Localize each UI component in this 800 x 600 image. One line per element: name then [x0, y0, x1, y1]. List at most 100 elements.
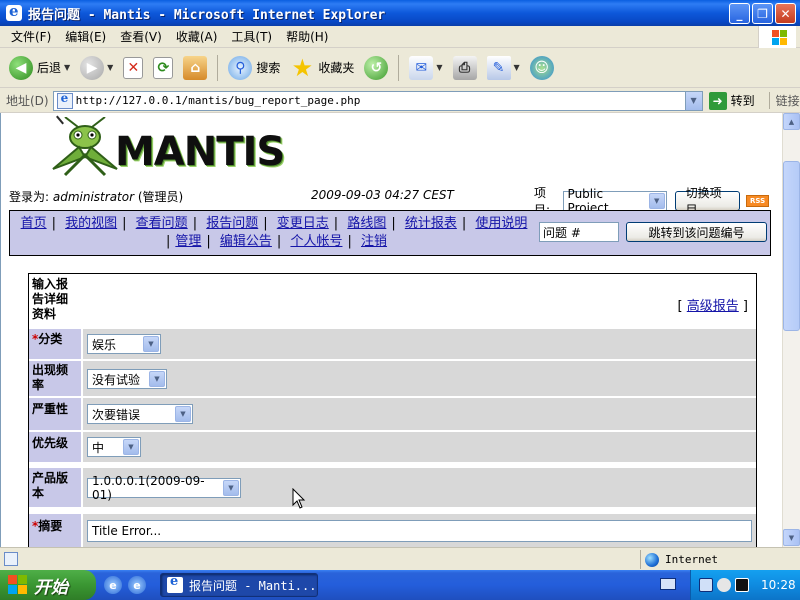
row-value-cell: 娱乐 ▼: [83, 329, 756, 359]
network-icon[interactable]: [699, 578, 713, 592]
close-button[interactable]: ✕: [775, 3, 796, 24]
app-tray-icon[interactable]: [735, 578, 749, 592]
category-label: *分类: [32, 332, 63, 346]
nav-edit-news[interactable]: 编辑公告: [220, 234, 272, 249]
issue-jump-input[interactable]: 问题 #: [539, 222, 619, 242]
mail-button[interactable]: ✉ ▼: [406, 52, 445, 84]
back-button[interactable]: ◀ 后退 ▼: [6, 52, 73, 84]
scroll-thumb[interactable]: [783, 161, 800, 331]
messenger-icon: ☺: [529, 55, 554, 80]
home-button[interactable]: ⌂: [180, 52, 210, 84]
user-role: (管理员): [137, 190, 184, 204]
security-zone: Internet: [640, 550, 718, 569]
nav-my-account[interactable]: 个人帐号: [290, 234, 342, 249]
nav-summary[interactable]: 统计报表: [405, 216, 457, 231]
stop-button[interactable]: ✕: [120, 52, 146, 84]
nav-view-issues[interactable]: 查看问题: [136, 216, 188, 231]
priority-row: 优先级 中 ▼: [29, 432, 756, 462]
menu-edit[interactable]: 编辑(E): [58, 28, 113, 45]
status-bar: Internet: [0, 547, 800, 570]
address-label: 地址(D): [6, 94, 49, 108]
taskbar-window-button[interactable]: 报告问题 - Manti...: [160, 573, 318, 597]
refresh-button[interactable]: ⟳: [150, 52, 176, 84]
frequency-row: 出现频率 没有试验 ▼: [29, 361, 756, 396]
mantis-bug-icon: [52, 117, 118, 177]
minimize-button[interactable]: _: [729, 3, 750, 24]
messenger-button[interactable]: ☺: [527, 52, 557, 84]
summary-input[interactable]: Title Error...: [87, 520, 752, 542]
chevron-down-icon[interactable]: ▼: [107, 63, 113, 72]
print-button[interactable]: ⎙: [450, 52, 480, 84]
chevron-down-icon[interactable]: ▼: [64, 63, 70, 72]
refresh-icon: ⟳: [153, 56, 174, 79]
nav-my-view[interactable]: 我的视图: [65, 216, 117, 231]
star-icon: ★: [291, 53, 314, 82]
maximize-button[interactable]: ❐: [752, 3, 773, 24]
scroll-down-button[interactable]: ▼: [783, 529, 800, 546]
favorites-button[interactable]: ★ 收藏夹: [287, 52, 357, 84]
edit-icon: ✎: [486, 55, 511, 80]
switch-project-button[interactable]: 切换项目: [674, 186, 741, 217]
chevron-down-icon[interactable]: ▼: [223, 480, 239, 496]
volume-icon[interactable]: [717, 578, 731, 592]
mantis-logo: MANTIS: [45, 115, 285, 181]
ie-quicklaunch-icon[interactable]: e: [104, 576, 122, 594]
menu-favorites[interactable]: 收藏(A): [169, 28, 225, 45]
row-value-cell: 次要错误 ▼: [83, 398, 756, 430]
back-label: 后退: [37, 61, 62, 75]
chevron-down-icon[interactable]: ▼: [143, 336, 159, 352]
product-version-value: 1.0.0.0.1(2009-09-01): [92, 474, 205, 502]
severity-select[interactable]: 次要错误 ▼: [87, 404, 193, 424]
chevron-down-icon[interactable]: ▼: [149, 371, 165, 387]
chevron-down-icon[interactable]: ▼: [123, 439, 139, 455]
nav-logout[interactable]: 注销: [361, 234, 387, 249]
chevron-down-icon[interactable]: ▼: [175, 406, 191, 422]
nav-roadmap[interactable]: 路线图: [347, 216, 386, 231]
logo-wordmark: MANTIS: [115, 129, 285, 175]
category-select[interactable]: 娱乐 ▼: [87, 334, 161, 354]
windows-logo-icon: [758, 26, 796, 48]
start-button[interactable]: 开始: [0, 570, 96, 600]
history-button[interactable]: ↺: [361, 52, 391, 84]
username: administrator: [52, 190, 135, 204]
menu-help[interactable]: 帮助(H): [279, 28, 335, 45]
product-version-select[interactable]: 1.0.0.0.1(2009-09-01) ▼: [87, 474, 241, 502]
menu-file[interactable]: 文件(F): [4, 28, 58, 45]
jump-to-issue-button[interactable]: 跳转到该问题编号: [626, 222, 767, 242]
chevron-down-icon[interactable]: ▼: [514, 63, 520, 72]
nav-home[interactable]: 首页: [21, 216, 47, 231]
desktop-quicklaunch-icon[interactable]: e: [128, 576, 146, 594]
priority-select[interactable]: 中 ▼: [87, 437, 141, 457]
advanced-report-link[interactable]: 高级报告: [687, 299, 739, 314]
globe-icon: [645, 552, 659, 567]
menu-view[interactable]: 查看(V): [113, 28, 169, 45]
severity-label: 严重性: [32, 402, 69, 416]
scroll-up-button[interactable]: ▲: [783, 113, 800, 130]
row-value-cell: 中 ▼: [83, 432, 756, 462]
rss-icon[interactable]: RSS: [746, 195, 770, 207]
nav-report-issue[interactable]: 报告问题: [206, 216, 258, 231]
vertical-scrollbar[interactable]: ▲ ▼: [782, 113, 800, 547]
main-nav: 首页 | 我的视图 | 查看问题 | 报告问题 | 变更日志 | 路线图 | 统计报表 | 使…: [9, 210, 771, 256]
frequency-select[interactable]: 没有试验 ▼: [87, 369, 167, 389]
search-button[interactable]: ⚲ 搜索: [225, 52, 283, 84]
chevron-down-icon[interactable]: ▼: [436, 63, 442, 72]
keyboard-icon[interactable]: [660, 578, 676, 590]
printer-icon: ⎙: [452, 55, 477, 80]
go-button[interactable]: ➜ 转到: [708, 91, 755, 110]
chevron-down-icon[interactable]: ▼: [648, 193, 665, 209]
project-select[interactable]: Public Project ▼: [562, 187, 667, 215]
address-url[interactable]: http://127.0.0.1/mantis/bug_report_page.…: [76, 94, 361, 107]
nav-manage[interactable]: 管理: [175, 234, 201, 249]
clock[interactable]: 10:28: [761, 578, 796, 592]
menu-tools[interactable]: 工具(T): [224, 28, 279, 45]
chevron-down-icon[interactable]: ▼: [684, 91, 702, 110]
mail-icon: ✉: [409, 55, 434, 80]
nav-docs[interactable]: 使用说明: [475, 216, 527, 231]
ie-icon: [6, 2, 22, 21]
nav-change-log[interactable]: 变更日志: [277, 216, 329, 231]
links-button[interactable]: 链接: [768, 92, 800, 109]
edit-button[interactable]: ✎ ▼: [484, 52, 523, 84]
address-input[interactable]: http://127.0.0.1/mantis/bug_report_page.…: [52, 90, 703, 111]
forward-button[interactable]: ▶ ▼: [77, 52, 116, 84]
